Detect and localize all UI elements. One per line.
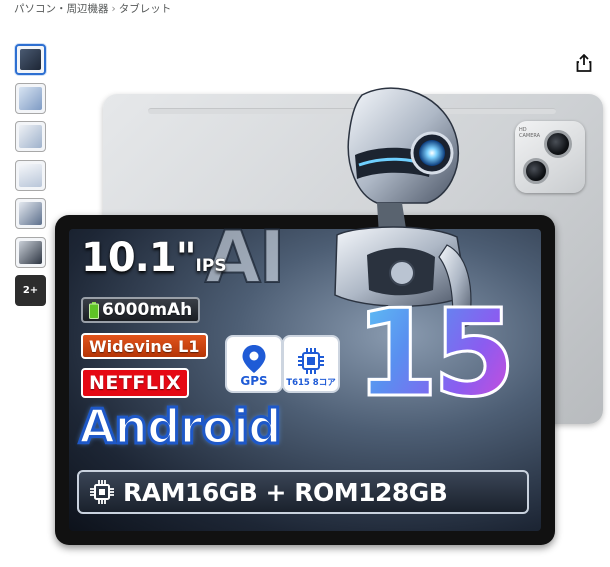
- product-main-image[interactable]: HD CAMERA AI 10.1"IPS 6000mAh Widevine L…: [55, 85, 603, 550]
- thumbnail-more[interactable]: 2+: [15, 275, 46, 306]
- screen-size-number: 10.1": [81, 235, 197, 281]
- thumbnail-5[interactable]: [15, 198, 46, 229]
- camera-lens-secondary: [523, 158, 549, 184]
- screen-size-label: 10.1"IPS: [81, 235, 227, 283]
- battery-badge: 6000mAh: [81, 297, 201, 323]
- battery-capacity: 6000mAh: [102, 300, 193, 320]
- battery-icon: [89, 301, 99, 319]
- thumbnail-2[interactable]: [15, 82, 46, 114]
- cpu-badge: T615 8コア: [282, 335, 340, 393]
- breadcrumb: パソコン・周辺機器 › タブレット: [14, 1, 171, 16]
- camera-lens-main: [544, 130, 572, 158]
- screen-type: IPS: [195, 256, 227, 276]
- widevine-badge: Widevine L1: [81, 333, 208, 359]
- memory-spec-text: RAM16GB + ROM128GB: [123, 477, 448, 507]
- share-icon: [576, 54, 592, 72]
- camera-module: HD CAMERA: [515, 121, 585, 193]
- memory-spec-bar: RAM16GB + ROM128GB: [77, 470, 529, 514]
- thumbnail-4[interactable]: [15, 159, 46, 191]
- breadcrumb-link-tablets[interactable]: タブレット: [119, 3, 172, 15]
- share-button[interactable]: [573, 52, 595, 74]
- location-pin-icon: [242, 345, 266, 373]
- gps-badge: GPS: [225, 335, 283, 393]
- breadcrumb-link-computers[interactable]: パソコン・周辺機器: [14, 3, 109, 15]
- os-name: Android: [78, 399, 284, 457]
- thumbnail-6[interactable]: [15, 236, 46, 268]
- os-version-number: 15: [354, 285, 518, 424]
- netflix-badge: NETFLIX: [81, 368, 190, 398]
- cpu-chip-icon: [298, 348, 324, 374]
- thumbnail-list: 2+: [15, 44, 47, 314]
- gps-label: GPS: [240, 374, 268, 388]
- cpu-label: T615 8コア: [286, 378, 336, 388]
- thumbnail-1[interactable]: [15, 44, 46, 75]
- thumbnail-3[interactable]: [15, 121, 46, 152]
- breadcrumb-separator: ›: [111, 3, 116, 15]
- memory-chip-icon: [90, 480, 114, 504]
